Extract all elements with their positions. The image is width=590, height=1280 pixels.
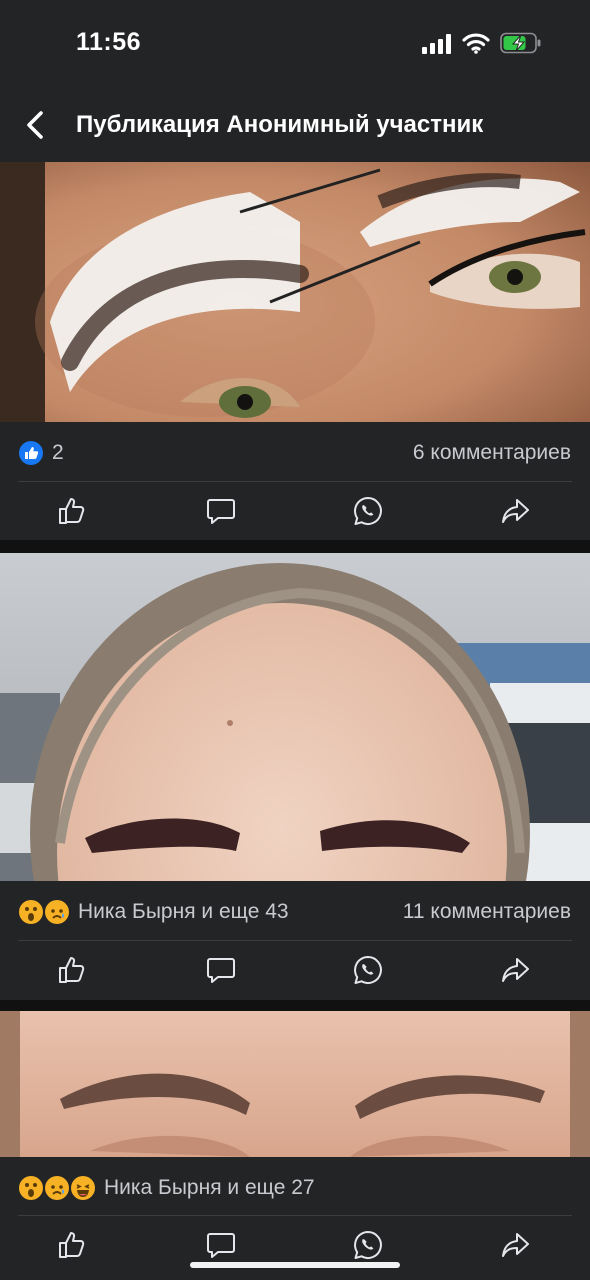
comment-button[interactable] [191, 940, 251, 1000]
post-photo[interactable] [0, 1011, 590, 1157]
sad-reaction-icon [45, 900, 69, 924]
wow-reaction-icon [19, 900, 43, 924]
nav-header: Публикация Анонимный участник [0, 90, 590, 162]
comments-count[interactable]: 11 комментариев [403, 900, 571, 924]
share-button[interactable] [485, 1215, 545, 1275]
post-card: 2 6 комментариев [0, 162, 590, 540]
like-button[interactable] [43, 1215, 103, 1275]
status-bar: 11:56 [0, 0, 590, 90]
reactions-summary-text: Ника Бырня и еще 43 [78, 900, 289, 923]
like-button[interactable] [43, 481, 103, 541]
post-stats-row: Ника Бырня и еще 43 11 комментариев [0, 883, 590, 941]
post-photo[interactable] [0, 162, 590, 422]
reactions-summary-text: Ника Бырня и еще 27 [104, 1176, 315, 1199]
comment-icon [207, 1233, 235, 1258]
battery-charging-icon [500, 32, 541, 54]
comments-count[interactable]: 6 комментариев [413, 441, 571, 465]
comment-button[interactable] [191, 481, 251, 541]
like-reaction-icon [19, 441, 43, 465]
cellular-signal-icon [422, 34, 451, 54]
like-icon [59, 1232, 85, 1258]
page-title: Публикация Анонимный участник [76, 111, 484, 138]
whatsapp-icon [354, 1231, 382, 1259]
reactions-count: 2 [52, 441, 64, 464]
whatsapp-icon [354, 497, 382, 525]
post-photo[interactable] [0, 553, 590, 881]
like-icon [59, 498, 85, 524]
comment-icon [207, 499, 235, 524]
back-icon[interactable] [24, 110, 46, 140]
share-button[interactable] [485, 940, 545, 1000]
post-stats-row: 2 6 комментариев [0, 424, 590, 482]
post-actions [0, 481, 590, 541]
status-time: 11:56 [76, 28, 142, 56]
like-icon [59, 957, 85, 983]
post-stats-row: Ника Бырня и еще 27 [0, 1159, 590, 1217]
reactions-summary[interactable]: Ника Бырня и еще 43 [18, 899, 289, 925]
whatsapp-share-button[interactable] [338, 481, 398, 541]
reactions-summary[interactable]: Ника Бырня и еще 27 [18, 1175, 315, 1201]
post-card: Ника Бырня и еще 43 11 комментариев [0, 553, 590, 1000]
share-icon [502, 1233, 529, 1257]
comment-icon [207, 958, 235, 983]
wow-reaction-icon [19, 1176, 43, 1200]
reactions-summary[interactable]: 2 [18, 440, 64, 466]
share-button[interactable] [485, 481, 545, 541]
sad-reaction-icon [45, 1176, 69, 1200]
whatsapp-icon [354, 956, 382, 984]
whatsapp-share-button[interactable] [338, 940, 398, 1000]
haha-reaction-icon [71, 1176, 95, 1200]
wifi-icon [462, 33, 490, 54]
post-card: Ника Бырня и еще 27 [0, 1011, 590, 1280]
share-icon [502, 499, 529, 523]
home-indicator[interactable] [190, 1262, 400, 1268]
like-button[interactable] [43, 940, 103, 1000]
share-icon [502, 958, 529, 982]
post-actions [0, 940, 590, 1000]
